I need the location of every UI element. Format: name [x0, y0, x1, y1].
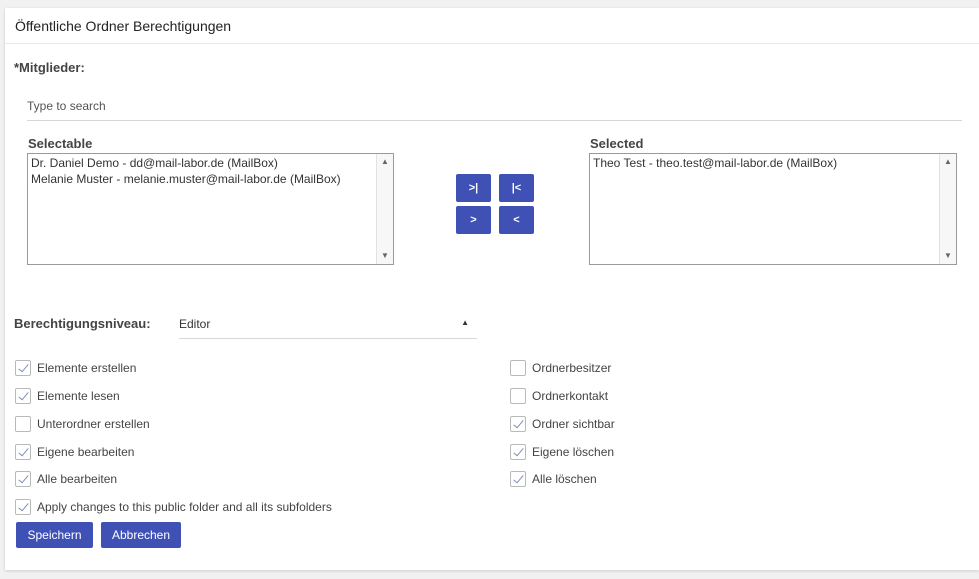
cancel-button[interactable]: Abbrechen — [101, 522, 181, 548]
checkbox[interactable] — [510, 388, 526, 404]
selectable-scrollbar[interactable]: ▲ ▼ — [376, 154, 393, 264]
checkbox[interactable] — [15, 444, 31, 460]
checkbox[interactable] — [510, 360, 526, 376]
selectable-listbox[interactable]: Dr. Daniel Demo - dd@mail-labor.de (Mail… — [27, 153, 394, 265]
checkbox[interactable] — [15, 471, 31, 487]
checkbox[interactable] — [15, 360, 31, 376]
permission-alle-loeschen[interactable]: Alle löschen — [510, 470, 597, 488]
permission-elemente-erstellen[interactable]: Elemente erstellen — [15, 359, 136, 377]
permission-level-select[interactable]: Editor ▲ — [179, 311, 477, 339]
checkbox-label: Elemente erstellen — [37, 361, 137, 375]
move-all-right-button[interactable]: >| — [456, 174, 491, 202]
scroll-down-icon[interactable]: ▼ — [940, 248, 956, 264]
scroll-down-icon[interactable]: ▼ — [377, 248, 393, 264]
permission-ordner-sichtbar[interactable]: Ordner sichtbar — [510, 415, 615, 433]
selectable-title: Selectable — [28, 136, 93, 151]
checkbox-label: Ordner sichtbar — [532, 417, 615, 431]
permission-unterordner-erstellen[interactable]: Unterordner erstellen — [15, 415, 150, 433]
checkbox-label: Apply changes to this public folder and … — [37, 500, 332, 514]
checkbox[interactable] — [15, 499, 31, 515]
permission-ordnerkontakt[interactable]: Ordnerkontakt — [510, 387, 608, 405]
checkbox-label: Unterordner erstellen — [37, 417, 150, 431]
move-right-button[interactable]: > — [456, 206, 491, 234]
checkbox-label: Ordnerkontakt — [532, 389, 609, 403]
save-button[interactable]: Speichern — [16, 522, 93, 548]
scroll-up-icon[interactable]: ▲ — [377, 154, 393, 170]
checkbox[interactable] — [510, 471, 526, 487]
checkbox[interactable] — [15, 388, 31, 404]
member-search-input[interactable] — [27, 94, 962, 118]
move-left-button[interactable]: < — [499, 206, 534, 234]
dialog-title: Öffentliche Ordner Berechtigungen — [15, 18, 232, 34]
selected-listbox[interactable]: Theo Test - theo.test@mail-labor.de (Mai… — [589, 153, 957, 265]
dialog-header: Öffentliche Ordner Berechtigungen — [5, 8, 979, 44]
checkbox[interactable] — [15, 416, 31, 432]
selected-title: Selected — [590, 136, 644, 151]
selectable-items: Dr. Daniel Demo - dd@mail-labor.de (Mail… — [31, 155, 375, 187]
checkbox-label: Alle löschen — [532, 472, 597, 486]
permissions-dialog: Öffentliche Ordner Berechtigungen *Mitgl… — [5, 8, 979, 570]
member-search — [27, 94, 962, 121]
selected-scrollbar[interactable]: ▲ ▼ — [939, 154, 956, 264]
checkbox-label: Elemente lesen — [37, 389, 120, 403]
apply-subfolders-option[interactable]: Apply changes to this public folder and … — [15, 498, 332, 516]
list-item[interactable]: Theo Test - theo.test@mail-labor.de (Mai… — [593, 155, 938, 171]
list-item[interactable]: Dr. Daniel Demo - dd@mail-labor.de (Mail… — [31, 155, 375, 171]
permission-ordnerbesitzer[interactable]: Ordnerbesitzer — [510, 359, 611, 377]
scroll-up-icon[interactable]: ▲ — [940, 154, 956, 170]
checkbox-label: Ordnerbesitzer — [532, 361, 612, 375]
move-all-left-button[interactable]: |< — [499, 174, 534, 202]
checkbox-label: Eigene bearbeiten — [37, 445, 135, 459]
permission-level-label: Berechtigungsniveau: — [14, 316, 151, 331]
permission-eigene-loeschen[interactable]: Eigene löschen — [510, 443, 614, 461]
checkbox[interactable] — [510, 416, 526, 432]
checkbox[interactable] — [510, 444, 526, 460]
caret-up-icon: ▲ — [461, 318, 469, 327]
checkbox-label: Alle bearbeiten — [37, 472, 118, 486]
permission-elemente-lesen[interactable]: Elemente lesen — [15, 387, 120, 405]
permission-alle-bearbeiten[interactable]: Alle bearbeiten — [15, 470, 117, 488]
list-item[interactable]: Melanie Muster - melanie.muster@mail-lab… — [31, 171, 375, 187]
members-label: *Mitglieder: — [14, 60, 85, 75]
selected-items: Theo Test - theo.test@mail-labor.de (Mai… — [593, 155, 938, 171]
permission-level-value: Editor — [179, 317, 211, 331]
permission-eigene-bearbeiten[interactable]: Eigene bearbeiten — [15, 443, 134, 461]
checkbox-label: Eigene löschen — [532, 445, 615, 459]
